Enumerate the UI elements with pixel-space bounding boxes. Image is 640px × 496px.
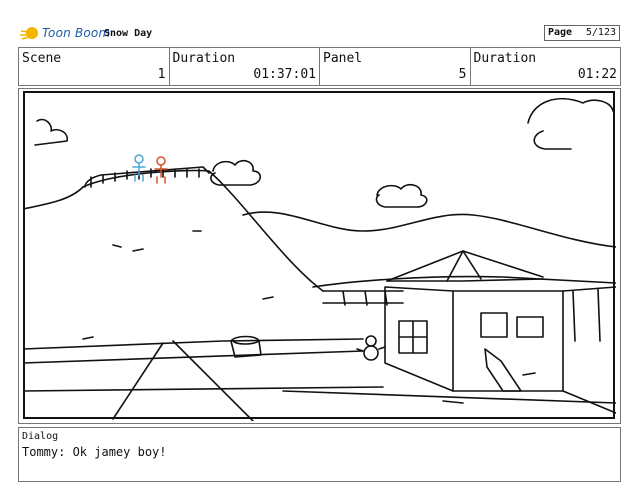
page-indicator: Page 5/123 xyxy=(544,25,620,41)
dialog-label: Dialog xyxy=(22,431,59,442)
project-title: Snow Day xyxy=(104,28,153,39)
page-label: Page xyxy=(548,27,573,38)
dialog-box[interactable]: Dialog Tommy: Ok jamey boy! xyxy=(18,427,621,482)
panel-cell: Panel 5 xyxy=(320,48,471,85)
panel-duration-value: 01:22 xyxy=(577,67,617,82)
brand-name: Toon Boom xyxy=(42,26,111,40)
panel-duration-cell: Duration 01:22 xyxy=(471,48,621,85)
storyboard-header: Scene 1 Duration 01:37:01 Panel 5 Durati… xyxy=(18,47,621,86)
panel-sketch xyxy=(23,91,616,421)
top-bar: Toon Boom Snow Day Page 5/123 xyxy=(0,0,640,48)
panel-label: Panel xyxy=(323,51,363,66)
dialog-text[interactable]: Tommy: Ok jamey boy! xyxy=(22,445,167,459)
scene-duration-value: 01:37:01 xyxy=(253,67,316,82)
scene-label: Scene xyxy=(22,51,62,66)
scene-duration-label: Duration xyxy=(172,51,236,66)
page-number: 5/123 xyxy=(585,27,616,38)
scene-duration-cell: Duration 01:37:01 xyxy=(170,48,320,85)
panel-value: 5 xyxy=(458,67,467,82)
scene-value: 1 xyxy=(157,67,166,82)
storyboard-panel[interactable] xyxy=(18,88,621,424)
panel-duration-label: Duration xyxy=(473,51,537,66)
toon-boom-logo-icon xyxy=(20,27,38,40)
scene-cell: Scene 1 xyxy=(19,48,170,85)
